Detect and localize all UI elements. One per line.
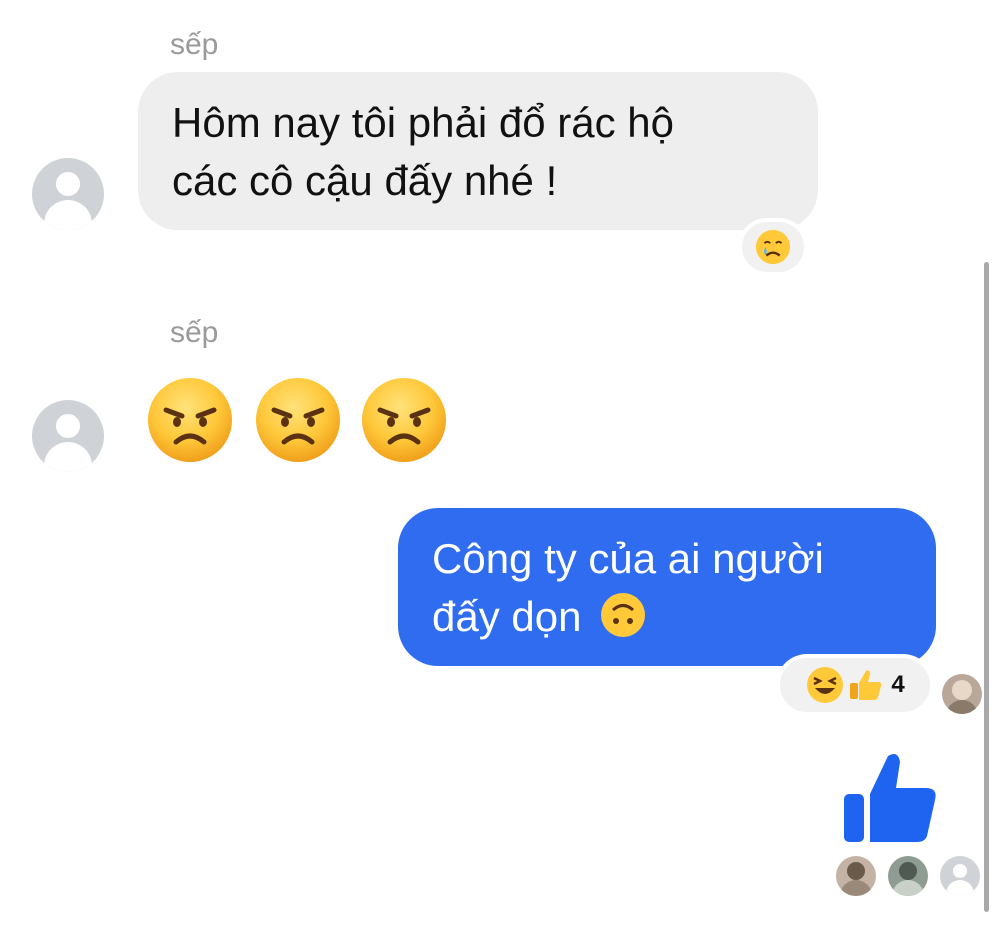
message-line: đấy dọn bbox=[432, 593, 582, 640]
message-line: các cô cậu đấy nhé ! bbox=[172, 157, 558, 204]
crying-face-icon bbox=[755, 229, 791, 265]
upside-down-face-icon bbox=[601, 593, 646, 637]
angry-face-icon bbox=[362, 378, 446, 462]
message-line: Hôm nay tôi phải đổ rác hộ bbox=[172, 99, 674, 146]
sender-avatar[interactable] bbox=[32, 400, 104, 472]
read-receipt-avatar[interactable] bbox=[836, 856, 876, 896]
thumbs-up-icon[interactable] bbox=[840, 746, 940, 846]
outgoing-message-bubble[interactable]: Công ty của ai người đấy dọn bbox=[398, 508, 936, 666]
message-reactions[interactable]: 4 bbox=[780, 658, 930, 712]
incoming-message-bubble[interactable]: Hôm nay tôi phải đổ rác hộ các cô cậu đấ… bbox=[138, 72, 818, 230]
sender-name: sếp bbox=[170, 28, 219, 61]
sender-avatar[interactable] bbox=[32, 158, 104, 230]
thumbs-up-icon bbox=[850, 670, 882, 700]
read-receipt-avatar[interactable] bbox=[942, 674, 982, 714]
angry-face-icon bbox=[256, 378, 340, 462]
read-receipt-avatar[interactable] bbox=[940, 856, 980, 896]
message-reaction[interactable] bbox=[742, 222, 804, 272]
reaction-count: 4 bbox=[891, 671, 905, 698]
sender-name: sếp bbox=[170, 316, 219, 349]
scrollbar[interactable] bbox=[984, 262, 989, 912]
laughing-face-icon bbox=[807, 667, 844, 703]
message-line: Công ty của ai người bbox=[432, 535, 824, 582]
read-receipt-avatar[interactable] bbox=[888, 856, 928, 896]
angry-face-icon bbox=[148, 378, 232, 462]
